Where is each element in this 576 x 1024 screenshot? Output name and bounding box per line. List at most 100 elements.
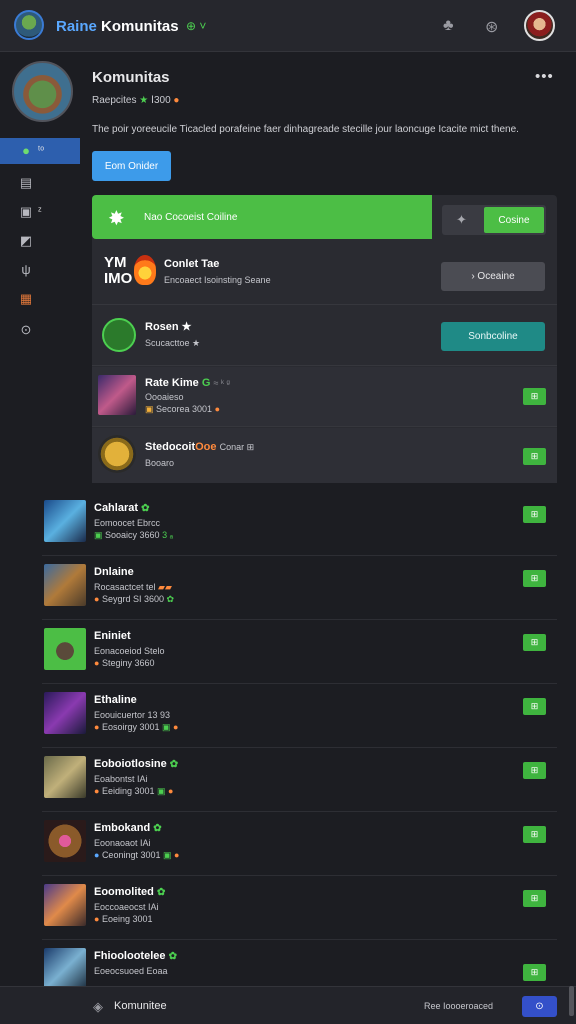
star-icon: ✿: [153, 823, 162, 834]
add-button[interactable]: ⊞: [523, 634, 546, 651]
settings-icon[interactable]: ⊛: [485, 17, 498, 37]
brand-badge[interactable]: ⊕ ˅: [186, 19, 206, 33]
list-item[interactable]: Eoomolited ✿ Eoccoaeocst IAi ● Eoeing 30…: [42, 876, 557, 940]
featured-title: Rosen ★: [145, 321, 192, 333]
list-item[interactable]: Rate Kime G ≈ ᵏ ᵍ Oooaieso ▣ Secorea 300…: [92, 367, 557, 427]
row-title: Fhioolootelee ✿: [94, 950, 177, 962]
game-thumbnail: [44, 820, 86, 862]
sidebar-item-game[interactable]: ▦: [0, 286, 80, 312]
logo-icon: YM IMO: [104, 255, 156, 291]
row-meta: ▣ Sooaicy 3660 3 ₐ: [94, 530, 173, 540]
scrollbar[interactable]: [569, 986, 574, 1016]
meta-tail: ●: [168, 786, 174, 796]
row-subtitle: Eoccoaeocst IAi: [94, 902, 159, 912]
game-thumbnail: [44, 500, 86, 542]
row-subtitle: Eoonaoaot IAi: [94, 838, 151, 848]
sidebar-item-shield[interactable]: ψ: [0, 257, 80, 283]
sidebar-item-folder[interactable]: ◩: [0, 228, 80, 254]
folder-icon: ◩: [19, 233, 33, 248]
game-thumbnail: [44, 564, 86, 606]
title-text: Eoomolited: [94, 886, 154, 898]
list-item-subtitle: Booaro: [145, 458, 175, 468]
add-button[interactable]: ⊞: [523, 698, 546, 715]
online-banner[interactable]: ✸ Nao Cocoeist Coiline: [92, 195, 432, 239]
featured-panel: ✸ Nao Cocoeist Coiline ✦ Cosine YM IMO C…: [92, 195, 557, 483]
row-subtitle: Rocasactcet tel ▰▰: [94, 582, 172, 592]
featured-subtitle: Scucacttoe ★: [145, 338, 201, 348]
meta-text: Eoeing 3001: [101, 914, 153, 924]
brand-part-1: Raine: [56, 18, 97, 35]
subtitle-text: Rocasactcet tel: [94, 582, 156, 592]
meta-text: Secorea 3001: [156, 404, 213, 414]
title-text: Eoboiotlosine: [94, 758, 167, 770]
meta-tail: ●: [174, 850, 180, 860]
row-title: Embokand ✿: [94, 822, 162, 834]
sidebar-item-label: ᶻ: [38, 206, 42, 217]
sidebar-item-help[interactable]: ⊙: [0, 317, 80, 343]
add-button[interactable]: ⊞: [523, 964, 546, 981]
sidebar-item-media[interactable]: ▣ ᶻ: [0, 199, 80, 225]
game-thumbnail: [44, 756, 86, 798]
row-meta: ● Seygrd SI 3600 ✿: [94, 594, 175, 604]
more-icon[interactable]: •••: [535, 68, 554, 85]
title-text: Cahlarat: [94, 502, 139, 514]
list-item[interactable]: Eniniet Eonacoeiod Stelo ● Steginy 3660 …: [42, 620, 557, 684]
featured-subtitle: Encoaect Isoinsting Seane: [164, 275, 271, 285]
banner-actions: ✦ Cosine: [442, 205, 546, 235]
list-item[interactable]: Cahlarat ✿ Eomoocet Ebrcc ▣ Sooaicy 3660…: [42, 492, 557, 556]
add-button[interactable]: ⊞: [523, 762, 546, 779]
game-thumbnail: [44, 692, 86, 734]
featured-button[interactable]: Sonbcoline: [441, 322, 545, 351]
add-button[interactable]: ⊞: [523, 448, 546, 465]
featured-item[interactable]: Rosen ★ Scucacttoe ★ Sonbcoline: [92, 306, 557, 366]
row-subtitle: Eoabontst IAi: [94, 774, 148, 784]
add-button[interactable]: ⊞: [523, 506, 546, 523]
row-title: Eniniet: [94, 630, 131, 642]
row-title: Cahlarat ✿: [94, 502, 149, 514]
row-title: Eoomolited ✿: [94, 886, 165, 898]
bottom-label[interactable]: Komunitee: [114, 1000, 167, 1012]
primary-button[interactable]: Eom Onider: [92, 151, 171, 181]
sidebar-item-label: ᵗᵒ: [38, 145, 44, 156]
title-badge: Ooe: [195, 441, 217, 453]
sidebar-item-image[interactable]: ▤: [0, 170, 80, 196]
sidebar-item-chat[interactable]: ● ᵗᵒ: [0, 138, 80, 164]
title-text: Embokand: [94, 822, 151, 834]
list-item[interactable]: StedocoitOoe Conar ⊞ Booaro ⊞: [92, 428, 557, 483]
list-item[interactable]: Ethaline Eoouicuertor 13 93 ● Eosoirgy 3…: [42, 684, 557, 748]
puzzle-icon[interactable]: ♣: [443, 17, 454, 35]
banner-button[interactable]: Cosine: [484, 207, 544, 233]
add-button[interactable]: ⊞: [523, 890, 546, 907]
add-button[interactable]: ⊞: [523, 388, 546, 405]
list-item[interactable]: Embokand ✿ Eoonaoaot IAi ● Ceoningt 3001…: [42, 812, 557, 876]
game-icon: ▦: [19, 291, 33, 306]
row-meta: ● Eeiding 3001 ▣ ●: [94, 786, 174, 796]
featured-button[interactable]: › Oceaine: [441, 262, 545, 291]
add-button[interactable]: ⊞: [523, 570, 546, 587]
featured-title: Conlet Tae: [164, 258, 220, 270]
add-button[interactable]: ⊞: [523, 826, 546, 843]
bottom-action-button[interactable]: ⊙: [522, 996, 557, 1017]
help-icon: ⊙: [20, 322, 32, 337]
row-meta: ● Ceoningt 3001 ▣ ●: [94, 850, 180, 860]
brand-part-2: Komunitas: [96, 18, 179, 35]
meta-tail: ●: [173, 722, 179, 732]
row-title: Eoboiotlosine ✿: [94, 758, 178, 770]
meta-tail: 3 ₐ: [162, 530, 173, 540]
brand-title: Raine Komunitas: [56, 18, 179, 35]
shield-icon: ψ: [21, 262, 31, 277]
meta-text: Steginy 3660: [101, 658, 155, 668]
row-subtitle: Eoouicuertor 13 93: [94, 710, 171, 720]
pin-icon[interactable]: ✦: [456, 212, 467, 228]
user-avatar[interactable]: [524, 10, 555, 41]
featured-item[interactable]: YM IMO Conlet Tae Encoaect Isoinsting Se…: [92, 245, 557, 305]
title-extra: Conar ⊞: [219, 442, 255, 452]
blade-icon: [102, 318, 136, 352]
star-badge-icon: ✸: [108, 208, 125, 230]
list-item[interactable]: Fhioolootelee ✿ Eoeocsuoed Eoaa ⊞: [42, 940, 557, 990]
community-avatar[interactable]: [14, 10, 44, 40]
media-icon: ▣: [19, 204, 33, 219]
profile-description: The poir yoreeucile Ticacled porafeine f…: [92, 124, 519, 135]
list-item[interactable]: Dnlaine Rocasactcet tel ▰▰ ● Seygrd SI 3…: [42, 556, 557, 620]
list-item[interactable]: Eoboiotlosine ✿ Eoabontst IAi ● Eeiding …: [42, 748, 557, 812]
